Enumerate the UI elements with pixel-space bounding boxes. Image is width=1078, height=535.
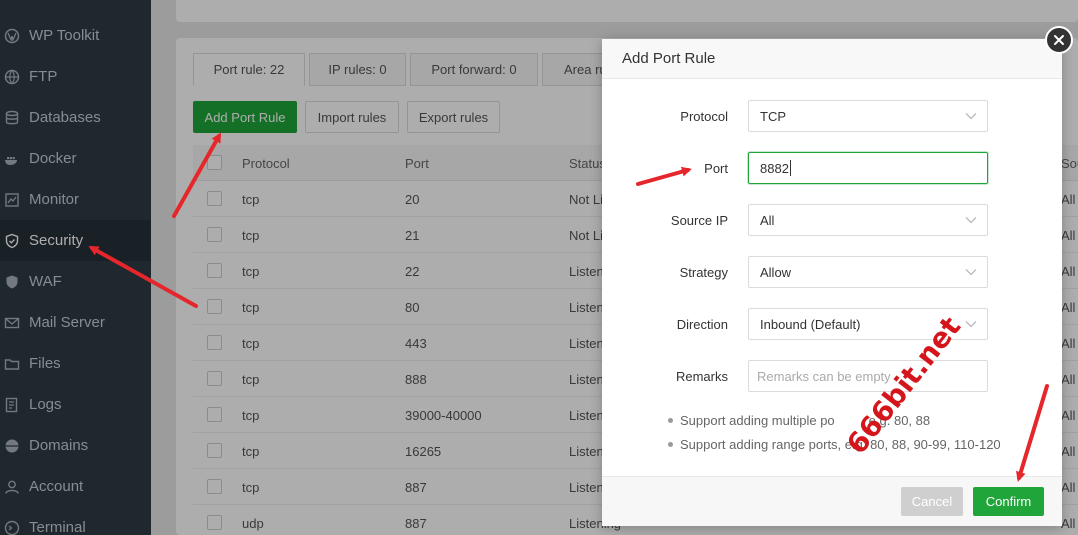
chevron-down-icon [965, 217, 977, 224]
remarks-input[interactable]: Remarks can be empty [748, 360, 988, 392]
tip-range-ports: Support adding range ports, e.g. 80, 88,… [668, 437, 1001, 452]
close-icon [1054, 35, 1064, 45]
chevron-down-icon [965, 321, 977, 328]
source-ip-value: All [760, 212, 775, 228]
strategy-select[interactable]: Allow [748, 256, 988, 288]
protocol-value: TCP [760, 108, 786, 124]
chevron-down-icon [965, 269, 977, 276]
cancel-button[interactable]: Cancel [901, 487, 963, 516]
dialog-title: Add Port Rule [602, 39, 1062, 79]
remarks-placeholder: Remarks can be empty [757, 368, 891, 384]
direction-label: Direction [676, 316, 728, 332]
bullet-icon [668, 418, 673, 423]
port-value: 8882 [760, 160, 789, 176]
bullet-icon [668, 442, 673, 447]
port-label: Port [704, 160, 728, 176]
source-ip-select[interactable]: All [748, 204, 988, 236]
port-input[interactable]: 8882 [748, 152, 988, 184]
tip-text: Support adding multiple po [680, 413, 835, 428]
confirm-button[interactable]: Confirm [973, 487, 1044, 516]
text-cursor [789, 160, 791, 176]
protocol-select[interactable]: TCP [748, 100, 988, 132]
remarks-label: Remarks [675, 368, 728, 384]
strategy-label: Strategy [679, 264, 728, 280]
direction-value: Inbound (Default) [760, 316, 861, 332]
chevron-down-icon [965, 113, 977, 120]
strategy-value: Allow [760, 264, 792, 280]
source-ip-label: Source IP [670, 212, 728, 228]
close-dialog-button[interactable] [1045, 26, 1073, 54]
protocol-label: Protocol [680, 108, 728, 124]
